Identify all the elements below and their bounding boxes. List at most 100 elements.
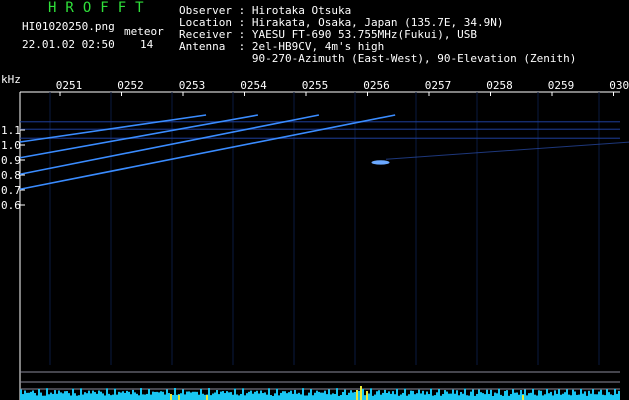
noise-bar (128, 391, 130, 400)
noise-bar (350, 390, 352, 400)
noise-bar (466, 395, 468, 400)
noise-bar (110, 395, 112, 400)
noise-bar (572, 389, 574, 400)
noise-bar (172, 394, 174, 400)
noise-bar (106, 388, 108, 400)
noise-bar (598, 391, 600, 400)
noise-bar (198, 394, 200, 400)
noise-bar (498, 388, 500, 400)
x-tick-label: 0258 (486, 79, 513, 92)
noise-bar (68, 393, 70, 400)
noise-bar (510, 394, 512, 400)
noise-bar (162, 391, 164, 400)
drift-trace (19, 114, 320, 176)
noise-bar (398, 395, 400, 400)
noise-bar (586, 395, 588, 400)
noise-bar (396, 388, 398, 400)
noise-bar (216, 389, 218, 400)
noise-bar (514, 392, 516, 400)
noise-bar (480, 392, 482, 400)
x-tick-label: 0257 (425, 79, 452, 92)
noise-bar (268, 388, 270, 400)
noise-bar (462, 393, 464, 400)
noise-bar (600, 389, 602, 400)
noise-bar (112, 394, 114, 400)
noise-bar (376, 391, 378, 400)
noise-bar (274, 393, 276, 400)
noise-bar (64, 391, 66, 400)
y-tick-label: 0.9 (1, 154, 21, 167)
noise-bar (592, 389, 594, 400)
noise-bar (212, 393, 214, 400)
noise-bar (210, 395, 212, 400)
noise-bar (254, 391, 256, 400)
noise-burst (356, 390, 358, 400)
noise-bar (578, 394, 580, 400)
noise-burst (360, 386, 362, 400)
x-tick-label: 0254 (240, 79, 267, 92)
noise-bar (434, 395, 436, 400)
noise-bar (336, 388, 338, 400)
noise-bar (542, 395, 544, 400)
noise-bar (102, 393, 104, 400)
noise-bar (590, 393, 592, 400)
noise-bar (450, 393, 452, 400)
noise-bar (508, 395, 510, 400)
noise-bar (196, 391, 198, 400)
noise-bar (430, 388, 432, 400)
noise-bar (422, 390, 424, 400)
noise-bar (424, 394, 426, 400)
noise-bar (440, 395, 442, 400)
noise-bar (536, 395, 538, 400)
noise-bar (594, 394, 596, 400)
noise-bar (130, 394, 132, 400)
noise-bar (552, 395, 554, 400)
noise-bar (512, 389, 514, 400)
noise-bar (546, 388, 548, 400)
noise-bar (240, 393, 242, 400)
noise-bar (180, 393, 182, 400)
noise-bar (150, 394, 152, 400)
noise-bar (308, 392, 310, 400)
noise-bar (48, 394, 50, 400)
noise-bar (82, 394, 84, 400)
noise-bar (570, 395, 572, 400)
noise-bar (120, 392, 122, 400)
noise-bar (554, 390, 556, 400)
x-tick-label: 0259 (548, 79, 575, 92)
noise-bar (416, 393, 418, 400)
noise-bar (114, 388, 116, 400)
noise-bar (474, 395, 476, 400)
drift-trace (19, 114, 396, 191)
noise-bar (228, 392, 230, 400)
noise-bar (582, 393, 584, 400)
noise-bar (428, 394, 430, 400)
noise-bar (604, 395, 606, 400)
noise-bar (288, 392, 290, 400)
noise-bar (30, 391, 32, 400)
noise-bar (144, 394, 146, 400)
noise-bar (470, 391, 472, 400)
noise-bar (282, 391, 284, 400)
noise-bar (200, 388, 202, 400)
noise-bar (86, 393, 88, 400)
noise-bar (262, 393, 264, 400)
noise-bar (156, 391, 158, 400)
noise-bar (382, 392, 384, 400)
noise-bar (194, 391, 196, 400)
noise-bar (26, 392, 28, 400)
noise-bar (534, 394, 536, 400)
noise-bar (432, 395, 434, 400)
noise-bar (454, 393, 456, 400)
noise-bar (132, 389, 134, 400)
noise-bar (88, 390, 90, 400)
noise-bar (492, 395, 494, 400)
noise-bar (342, 391, 344, 400)
faint-trace (385, 141, 629, 160)
x-tick-label: 0300 (609, 79, 629, 92)
noise-bar (606, 389, 608, 400)
noise-bar (348, 392, 350, 400)
noise-bar (294, 389, 296, 400)
noise-bar (264, 392, 266, 400)
noise-bar (304, 395, 306, 400)
